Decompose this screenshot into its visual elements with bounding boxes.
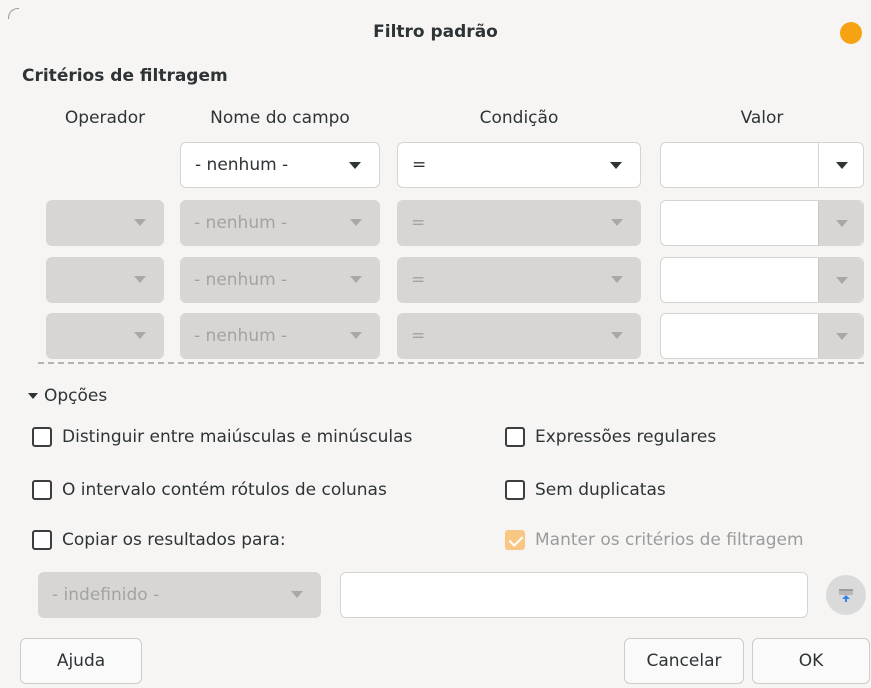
chevron-down-icon <box>134 219 146 226</box>
operator-select-2[interactable] <box>46 200 164 246</box>
checkbox-box[interactable] <box>32 427 52 447</box>
value-combo-2[interactable] <box>660 200 864 246</box>
chevron-down-icon <box>350 332 362 339</box>
condition-value: = <box>411 213 426 233</box>
chevron-down-icon <box>134 276 146 283</box>
header-value: Valor <box>740 108 784 128</box>
condition-select-3[interactable]: = <box>397 257 641 303</box>
chevron-down-icon <box>611 219 623 226</box>
range-has-headers-label: O intervalo contém rótulos de colunas <box>62 480 387 500</box>
keep-criteria-checkbox[interactable]: Manter os critérios de filtragem <box>505 530 804 550</box>
value-combo-3[interactable] <box>660 257 864 303</box>
chevron-down-icon <box>610 162 622 169</box>
header-operator: Operador <box>64 108 146 128</box>
field-name-select-4[interactable]: - nenhum - <box>180 313 380 359</box>
checkbox-box[interactable] <box>32 530 52 550</box>
chevron-down-icon <box>134 332 146 339</box>
chevron-down-icon <box>836 333 848 340</box>
case-sensitive-label: Distinguir entre maiúsculas e minúsculas <box>62 427 413 447</box>
chevron-down-icon <box>291 591 303 598</box>
value-combo-1[interactable] <box>660 142 864 188</box>
checkbox-checked-icon[interactable] <box>505 530 525 550</box>
options-expander[interactable]: Opções <box>28 386 107 406</box>
copy-results-checkbox[interactable]: Copiar os resultados para: <box>32 530 286 550</box>
operator-select-4[interactable] <box>46 313 164 359</box>
dialog-title: Filtro padrão <box>373 22 498 42</box>
range-has-headers-checkbox[interactable]: O intervalo contém rótulos de colunas <box>32 480 387 500</box>
copy-target-input[interactable] <box>340 572 808 618</box>
triangle-down-icon <box>28 393 38 399</box>
condition-select-2[interactable]: = <box>397 200 641 246</box>
condition-select-4[interactable]: = <box>397 313 641 359</box>
window-corner <box>8 8 19 19</box>
checkbox-box[interactable] <box>32 480 52 500</box>
cancel-button[interactable]: Cancelar <box>624 638 744 684</box>
shrink-range-button[interactable] <box>826 575 866 615</box>
field-name-value: - nenhum - <box>194 326 288 346</box>
copy-target-select[interactable]: - indefinido - <box>38 572 321 618</box>
chevron-down-icon <box>836 220 848 227</box>
close-dot-icon[interactable] <box>840 22 862 44</box>
field-name-select-1[interactable]: - nenhum - <box>180 142 380 188</box>
case-sensitive-checkbox[interactable]: Distinguir entre maiúsculas e minúsculas <box>32 427 412 447</box>
chevron-down-icon <box>611 276 623 283</box>
section-title-criteria: Critérios de filtragem <box>22 66 228 86</box>
value-dropdown-button[interactable] <box>818 143 863 187</box>
operator-select-3[interactable] <box>46 257 164 303</box>
chevron-down-icon <box>836 277 848 284</box>
field-name-value: - nenhum - <box>194 213 288 233</box>
chevron-down-icon <box>350 276 362 283</box>
copy-target-value: - indefinido - <box>52 585 160 605</box>
no-duplicates-checkbox[interactable]: Sem duplicatas <box>505 480 666 500</box>
checkbox-box[interactable] <box>505 427 525 447</box>
field-name-select-3[interactable]: - nenhum - <box>180 257 380 303</box>
chevron-down-icon <box>350 219 362 226</box>
no-duplicates-label: Sem duplicatas <box>535 480 666 500</box>
field-name-value: - nenhum - <box>195 155 289 175</box>
field-name-value: - nenhum - <box>194 270 288 290</box>
chevron-down-icon <box>611 332 623 339</box>
condition-value: = <box>411 326 426 346</box>
checkbox-box[interactable] <box>505 480 525 500</box>
options-expander-label: Opções <box>44 386 108 406</box>
condition-select-1[interactable]: = <box>397 142 641 188</box>
chevron-down-icon <box>836 162 848 169</box>
regex-checkbox[interactable]: Expressões regulares <box>505 427 716 447</box>
condition-value: = <box>412 155 427 175</box>
condition-value: = <box>411 270 426 290</box>
value-dropdown-button[interactable] <box>818 258 863 302</box>
chevron-down-icon <box>349 162 361 169</box>
shrink-range-icon <box>839 589 853 602</box>
header-condition: Condição <box>479 108 559 128</box>
regex-label: Expressões regulares <box>535 427 717 447</box>
value-dropdown-button[interactable] <box>818 314 863 358</box>
value-dropdown-button[interactable] <box>818 201 863 245</box>
value-combo-4[interactable] <box>660 313 864 359</box>
header-field-name: Nome do campo <box>210 108 350 128</box>
ok-button[interactable]: OK <box>752 638 870 684</box>
copy-results-label: Copiar os resultados para: <box>62 530 286 550</box>
keep-criteria-label: Manter os critérios de filtragem <box>535 530 804 550</box>
help-button[interactable]: Ajuda <box>20 638 142 684</box>
field-name-select-2[interactable]: - nenhum - <box>180 200 380 246</box>
